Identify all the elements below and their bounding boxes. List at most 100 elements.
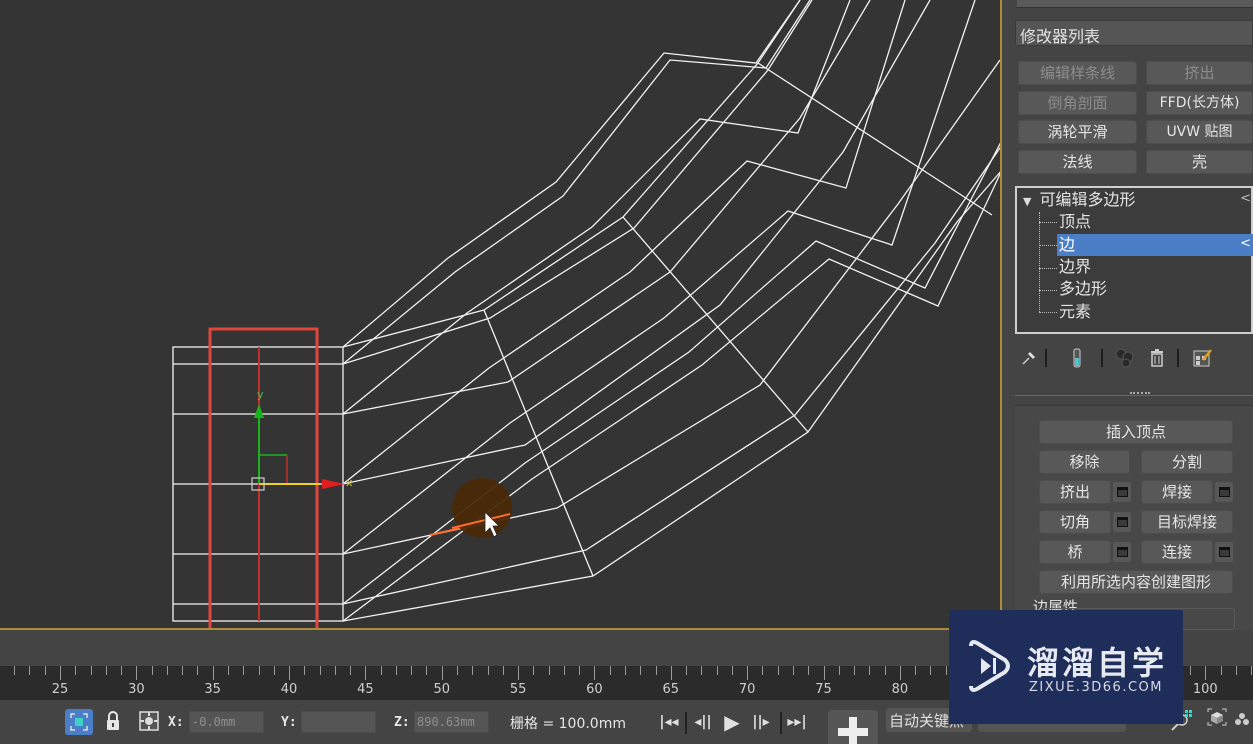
toolbar-separator	[1177, 349, 1179, 367]
y-coord-field[interactable]	[301, 711, 376, 733]
weld-button[interactable]: 焊接	[1141, 480, 1213, 504]
modifier-btn-turbosmooth[interactable]: 涡轮平滑	[1018, 120, 1137, 144]
timeline-tick-label: 100	[1192, 682, 1218, 697]
connect-button[interactable]: 连接	[1141, 540, 1213, 564]
timeline-tick	[594, 666, 596, 680]
make-unique-icon[interactable]	[1113, 346, 1137, 370]
modifier-btn-extrude[interactable]: 挤出	[1146, 61, 1253, 85]
timeline-tick	[227, 666, 229, 675]
light-bulb-icon[interactable]: <	[1240, 191, 1251, 206]
timeline-tick	[197, 666, 199, 675]
stack-item-polygon[interactable]: 多边形	[1059, 278, 1253, 300]
timeline-tick-label: 45	[357, 682, 374, 697]
resize-grip[interactable]	[1130, 392, 1150, 398]
modifier-list-dropdown[interactable]: 修改器列表	[1015, 20, 1253, 46]
play-icon[interactable]: ▶	[721, 710, 743, 734]
remove-button[interactable]: 移除	[1039, 450, 1130, 474]
timeline-tick	[365, 666, 367, 680]
stack-item-border[interactable]: 边界	[1059, 256, 1253, 278]
timeline-tick	[487, 666, 489, 675]
timeline-tick-label: 40	[280, 682, 298, 697]
chamfer-button[interactable]: 切角	[1039, 510, 1111, 534]
timeline-tick	[502, 666, 504, 675]
timeline-tick	[441, 666, 443, 680]
modifier-btn-bevel-profile[interactable]: 倒角剖面	[1018, 91, 1137, 115]
grid-size-readout: 栅格 = 100.0mm	[510, 716, 626, 732]
target-weld-button[interactable]: 目标焊接	[1141, 510, 1233, 534]
timeline-tick-label: 60	[586, 682, 603, 697]
modifier-btn-shell[interactable]: 壳	[1146, 150, 1253, 174]
extrude-settings-icon[interactable]	[1113, 482, 1131, 502]
timeline-tick	[884, 666, 886, 675]
go-to-end-icon[interactable]: ▸▸|	[785, 711, 809, 733]
pin-stack-icon[interactable]	[1017, 346, 1041, 370]
timeline-tick	[777, 666, 779, 675]
connect-settings-icon[interactable]	[1215, 542, 1233, 562]
orbit-icon	[1235, 713, 1249, 725]
extrude-button[interactable]: 挤出	[1039, 480, 1111, 504]
timeline-tick	[75, 666, 77, 675]
timeline-tick	[136, 666, 138, 680]
show-end-result-icon[interactable]	[1065, 346, 1089, 370]
bridge-settings-icon[interactable]	[1113, 542, 1131, 562]
go-to-start-icon[interactable]: |◂◂	[658, 711, 680, 733]
timeline-tick	[319, 666, 321, 675]
perspective-viewport[interactable]: y x	[0, 0, 1002, 630]
gizmo-x-label: x	[346, 476, 353, 489]
stack-root-editable-poly[interactable]: ▼ 可编辑多边形	[1023, 189, 1135, 211]
timeline-tick	[350, 666, 352, 675]
configure-modifier-sets-icon[interactable]	[1191, 346, 1215, 370]
wireframe-mesh	[172, 0, 1002, 622]
timeline-tick	[930, 666, 932, 675]
timeline-tick	[808, 666, 810, 675]
timeline-tick	[854, 666, 856, 675]
gizmo-y-arrow	[254, 404, 264, 418]
insert-vertex-button[interactable]: 插入顶点	[1039, 420, 1233, 444]
modifier-stack[interactable]: ▼ 可编辑多边形 < 顶点 边 < 边界 多边形 元素	[1015, 186, 1253, 334]
z-coord-field[interactable]: 890.63mm	[414, 711, 489, 733]
watermark-url: ZIXUE.3D66.COM	[1029, 680, 1163, 695]
stack-item-element[interactable]: 元素	[1059, 301, 1253, 323]
add-time-tag-button[interactable]	[828, 710, 878, 744]
chamfer-settings-icon[interactable]	[1113, 512, 1131, 532]
timeline-tick	[563, 666, 565, 675]
bridge-button[interactable]: 桥	[1039, 540, 1111, 564]
modifier-btn-uvw-map[interactable]: UVW 贴图	[1146, 120, 1253, 144]
gizmo-y-label: y	[257, 388, 264, 401]
create-shape-button[interactable]: 利用所选内容创建图形	[1039, 570, 1233, 594]
remove-modifier-icon[interactable]	[1145, 346, 1169, 370]
modifier-btn-edit-spline[interactable]: 编辑样条线	[1018, 61, 1137, 85]
selection-lock-mode-icon[interactable]	[65, 709, 93, 735]
next-frame-icon[interactable]: ||▸	[750, 711, 772, 733]
timeline-tick-label: 25	[51, 682, 69, 697]
stack-item-vertex[interactable]: 顶点	[1059, 211, 1253, 233]
playback-separator	[780, 712, 782, 734]
tree-branch	[1039, 222, 1057, 223]
modifier-btn-normal[interactable]: 法线	[1018, 150, 1137, 174]
tree-line	[1039, 212, 1040, 312]
previous-frame-icon[interactable]: ◂||	[692, 711, 714, 733]
object-name-field[interactable]	[1017, 0, 1253, 8]
x-coord-field[interactable]: -0.0mm	[189, 711, 264, 733]
timeline-tick	[1205, 666, 1207, 680]
timeline-tick-label: 55	[509, 682, 527, 697]
timeline-tick	[457, 666, 459, 675]
x-coord-label: X:	[168, 715, 184, 730]
stack-root-label: 可编辑多边形	[1039, 190, 1136, 209]
timeline-tick	[609, 666, 611, 675]
timeline-tick	[472, 666, 474, 675]
absolute-relative-transform-icon[interactable]	[138, 710, 160, 736]
play-logo-icon	[969, 640, 1010, 692]
watermark-overlay: 溜溜自学 ZIXUE.3D66.COM	[949, 610, 1183, 724]
plus-icon	[838, 717, 868, 744]
modifier-btn-ffd-box[interactable]: FFD(长方体)	[1146, 91, 1253, 115]
expand-triangle-icon[interactable]: ▼	[1023, 195, 1031, 208]
stack-item-edge[interactable]: 边	[1057, 234, 1253, 256]
split-button[interactable]: 分割	[1141, 450, 1233, 474]
timeline-tick	[747, 666, 749, 680]
timeline-tick	[899, 666, 901, 680]
lock-icon[interactable]	[105, 710, 121, 736]
timeline-tick	[258, 666, 260, 675]
timeline-tick	[838, 666, 840, 675]
weld-settings-icon[interactable]	[1215, 482, 1233, 502]
